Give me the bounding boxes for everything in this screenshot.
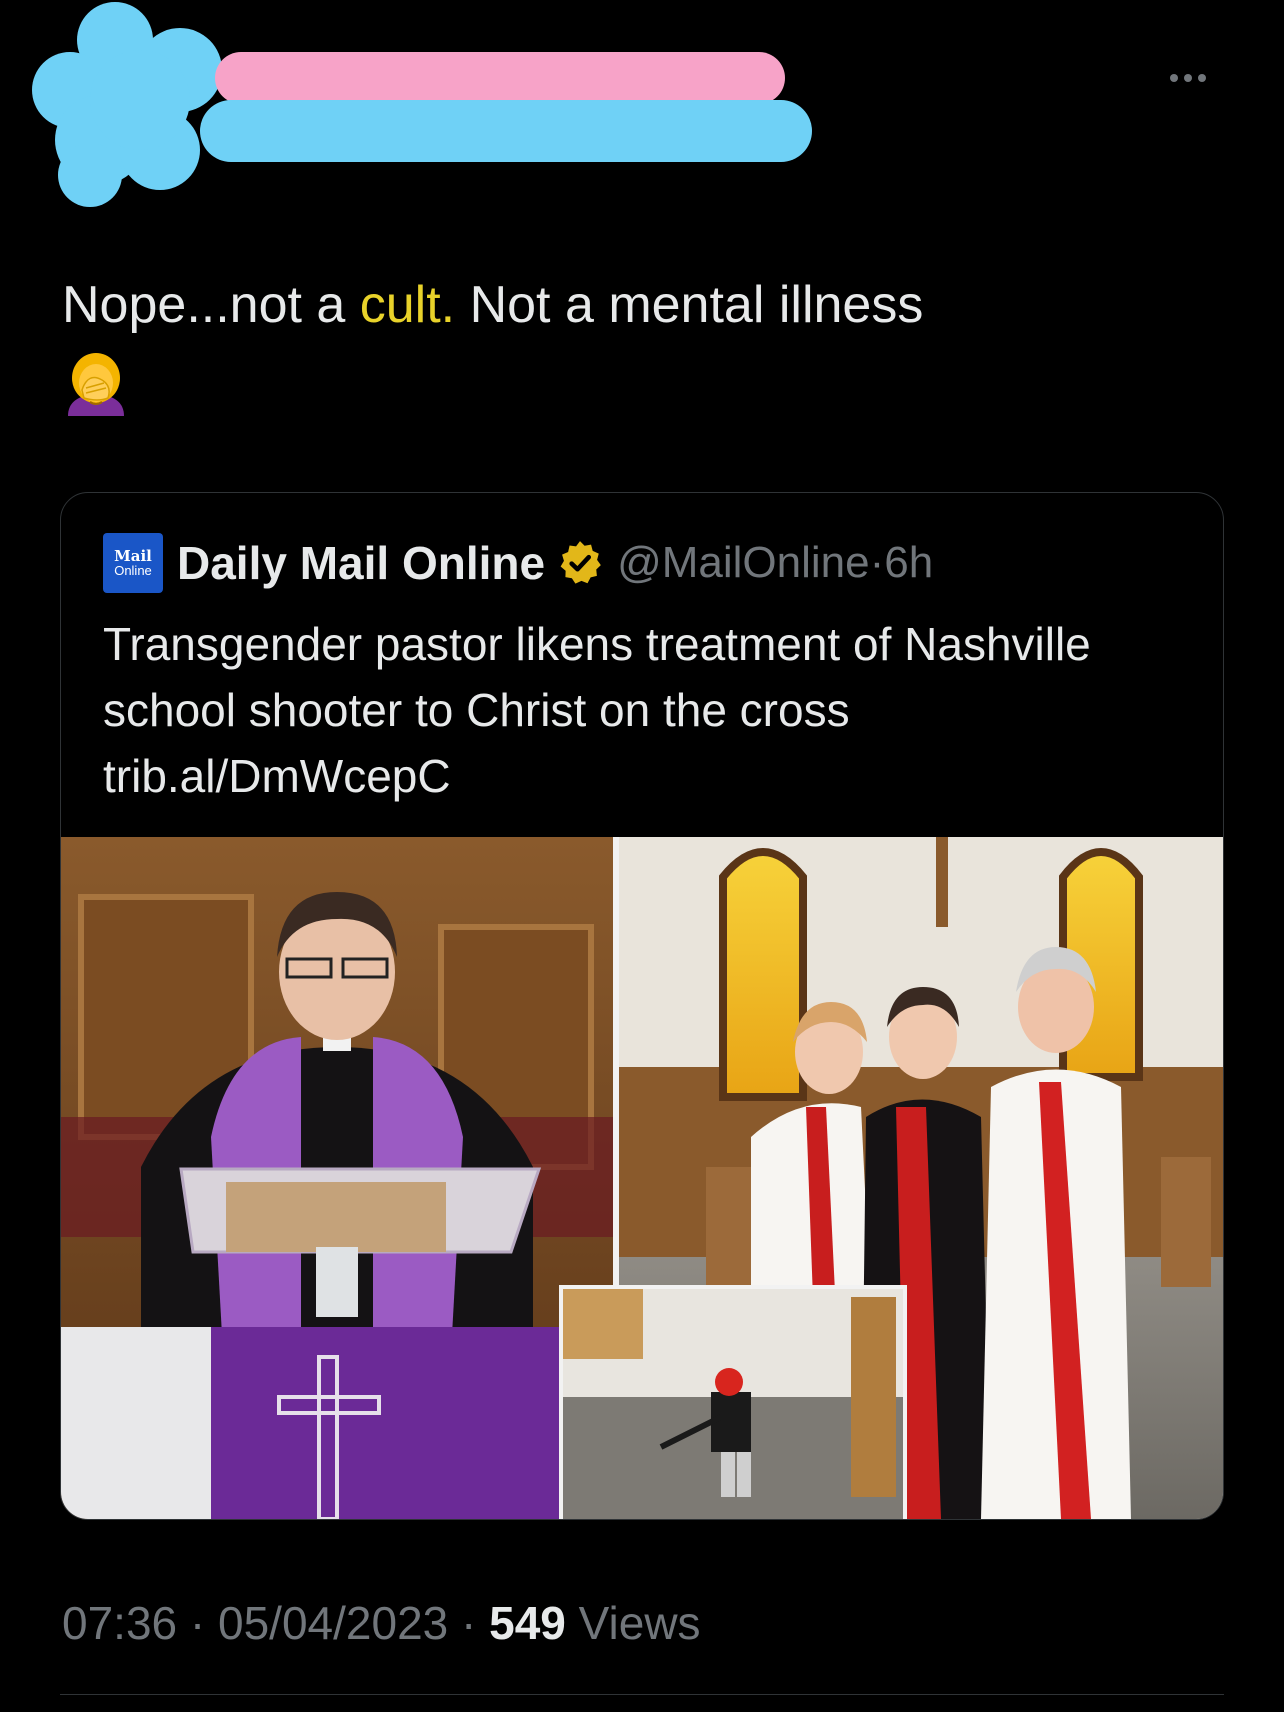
separator-dot: · — [869, 538, 885, 587]
footer-separator: · — [177, 1597, 219, 1649]
divider — [60, 1694, 1224, 1695]
redacted-display-name — [215, 52, 785, 104]
mailonline-avatar[interactable]: Mail Online — [103, 533, 163, 593]
tweet-date[interactable]: 05/04/2023 — [218, 1597, 448, 1649]
redacted-handle — [200, 100, 812, 162]
views-label: Views — [565, 1597, 701, 1649]
footer-separator-2: · — [448, 1597, 490, 1649]
tweet-text: Nope...not a cult. Not a mental illness — [62, 270, 1222, 340]
quoted-tweet-header: Mail Online Daily Mail Online @MailOnlin… — [103, 533, 933, 593]
quoted-author-name[interactable]: Daily Mail Online — [177, 536, 545, 590]
logo-line1: Mail — [114, 547, 152, 565]
inset-photo-school-hallway — [559, 1285, 907, 1519]
quoted-author-handle[interactable]: @MailOnline — [617, 538, 870, 588]
logo-line2: Online — [114, 563, 152, 578]
more-options-icon[interactable] — [1158, 66, 1218, 90]
left-photo-pastor-at-lectern — [61, 837, 613, 1519]
tweet-text-part1: Nope...not a — [62, 276, 360, 334]
tweet-time[interactable]: 07:36 — [62, 1597, 177, 1649]
quoted-tweet-card[interactable]: Mail Online Daily Mail Online @MailOnlin… — [60, 492, 1224, 1520]
woman-facepalming-emoji — [68, 353, 124, 416]
gold-verified-badge-icon — [560, 541, 601, 584]
quoted-tweet-media[interactable] — [61, 837, 1223, 1519]
tweet-timestamp-views: 07:36 · 05/04/2023 · 549 Views — [62, 1596, 701, 1650]
views-count[interactable]: 549 — [489, 1597, 566, 1649]
quoted-tweet-time[interactable]: 6h — [884, 538, 933, 588]
redacted-avatar — [32, 2, 222, 207]
tweet-text-highlight: cult. — [359, 276, 456, 334]
quoted-tweet-text: Transgender pastor likens treatment of N… — [103, 618, 1091, 802]
tweet-text-part2: Not a mental illness — [455, 276, 924, 334]
